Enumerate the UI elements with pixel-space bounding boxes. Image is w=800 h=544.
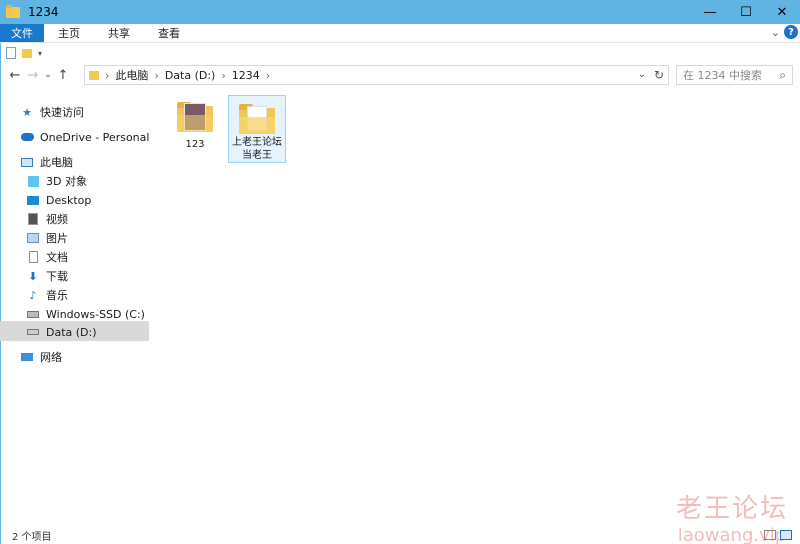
music-icon: ♪ — [29, 288, 37, 302]
video-icon — [26, 213, 40, 225]
window-title: 1234 — [28, 5, 59, 19]
folder-icon — [89, 70, 99, 80]
sidebar-item-desktop[interactable]: Desktop — [26, 191, 91, 209]
star-icon: ★ — [22, 105, 32, 119]
sidebar-item-label: Windows-SSD (C:) — [46, 307, 145, 321]
tab-share[interactable]: 共享 — [94, 24, 144, 42]
drive-c-icon — [26, 308, 40, 320]
forward-arrow-icon[interactable]: → — [24, 68, 42, 83]
title-bar[interactable]: 1234 — ☐ ✕ — [0, 0, 800, 24]
close-button[interactable]: ✕ — [764, 0, 800, 24]
sidebar-item-label: 此电脑 — [40, 156, 73, 169]
breadcrumb-data-drive[interactable]: Data (D:) — [165, 69, 216, 82]
file-list[interactable]: 123 上老王论坛当老王 — [152, 88, 797, 518]
folder-name: 上老王论坛当老王 — [232, 137, 282, 161]
folder-name: 123 — [185, 139, 205, 150]
tab-view[interactable]: 查看 — [144, 24, 194, 42]
sidebar-item-drive-d[interactable]: Data (D:) — [26, 323, 97, 341]
customize-toolbar-dropdown-icon[interactable]: ▾ — [38, 49, 42, 58]
document-icon — [26, 251, 40, 263]
tab-home[interactable]: 主页 — [44, 24, 94, 42]
cloud-icon — [20, 131, 34, 143]
sidebar-item-label: Desktop — [46, 193, 92, 207]
cube-icon — [26, 175, 40, 187]
ribbon-right: ⌄ ? — [771, 25, 798, 39]
desktop-icon — [26, 194, 40, 206]
details-view-icon[interactable] — [764, 530, 776, 540]
picture-icon — [26, 232, 40, 244]
folder-item-selected[interactable]: 上老王论坛当老王 — [228, 95, 286, 163]
breadcrumb-current-folder[interactable]: 1234 — [232, 69, 260, 82]
breadcrumb-separator-icon[interactable]: › — [105, 69, 109, 82]
navigation-pane: ★ 快速访问 OneDrive - Personal 此电脑 3D 对象 Des… — [0, 95, 150, 515]
search-icon[interactable]: ⌕ — [779, 68, 786, 83]
window-controls: — ☐ ✕ — [692, 0, 800, 24]
sidebar-item-label: 3D 对象 — [46, 175, 87, 188]
sidebar-item-label: OneDrive - Personal — [40, 130, 150, 144]
sidebar-item-label: 下载 — [46, 270, 68, 283]
sidebar-item-label: 快速访问 — [40, 106, 84, 119]
sidebar-item-label: Data (D:) — [46, 325, 97, 339]
address-history-chevron-icon[interactable]: ⌄ — [638, 69, 646, 80]
breadcrumb-this-pc[interactable]: 此电脑 — [115, 67, 148, 83]
sidebar-item-label: 图片 — [46, 232, 68, 245]
tab-file[interactable]: 文件 — [0, 24, 44, 42]
sidebar-item-label: 文档 — [46, 251, 68, 264]
address-bar[interactable]: › 此电脑 › Data (D:) › 1234 › ⌄ ↻ — [84, 65, 669, 85]
sidebar-item-label: 音乐 — [46, 289, 68, 302]
folder-icon — [6, 4, 20, 18]
drive-d-icon — [26, 326, 40, 338]
item-count: 2 个项目 — [12, 531, 52, 543]
search-placeholder: 在 1234 中搜索 — [683, 69, 762, 82]
sidebar-item-quick-access[interactable]: ★ 快速访问 — [20, 103, 84, 121]
sidebar-item-drive-c[interactable]: Windows-SSD (C:) — [26, 305, 145, 323]
breadcrumb-separator-icon[interactable]: › — [154, 69, 158, 82]
navigation-row: ← → ⌄ ↑ › 此电脑 › Data (D:) › 1234 › ⌄ ↻ 在… — [0, 63, 800, 87]
sidebar-item-videos[interactable]: 视频 — [26, 210, 68, 228]
sidebar-item-label: 视频 — [46, 213, 68, 226]
folder-item[interactable]: 123 — [166, 94, 224, 162]
up-arrow-icon[interactable]: ↑ — [54, 68, 72, 83]
sidebar-item-documents[interactable]: 文档 — [26, 248, 68, 266]
refresh-icon[interactable]: ↻ — [654, 68, 664, 82]
breadcrumb-separator-icon[interactable]: › — [221, 69, 225, 82]
sidebar-item-music[interactable]: ♪ 音乐 — [26, 286, 68, 304]
sidebar-item-network[interactable]: 网络 — [20, 348, 62, 366]
recent-locations-chevron-icon[interactable]: ⌄ — [42, 70, 54, 80]
computer-icon — [20, 156, 34, 168]
folder-thumbnail-icon — [239, 104, 275, 134]
watermark-title: 老王论坛 — [675, 494, 788, 524]
sidebar-item-downloads[interactable]: ⬇ 下载 — [26, 267, 68, 285]
sidebar-item-onedrive[interactable]: OneDrive - Personal — [20, 128, 149, 146]
download-icon: ⬇ — [28, 269, 38, 283]
new-folder-icon[interactable] — [22, 48, 32, 58]
large-icons-view-icon[interactable] — [780, 530, 792, 540]
maximize-button[interactable]: ☐ — [728, 0, 764, 24]
breadcrumb-separator-icon[interactable]: › — [266, 69, 270, 82]
status-bar: 2 个项目 — [0, 526, 800, 544]
network-icon — [20, 351, 34, 363]
ribbon-tabs: 文件 主页 共享 查看 ⌄ ? — [0, 24, 800, 43]
view-toggle — [764, 530, 792, 540]
sidebar-item-pictures[interactable]: 图片 — [26, 229, 68, 247]
back-arrow-icon[interactable]: ← — [6, 68, 24, 83]
sidebar-item-label: 网络 — [40, 351, 62, 364]
sidebar-item-3d-objects[interactable]: 3D 对象 — [26, 172, 87, 190]
minimize-button[interactable]: — — [692, 0, 728, 24]
sidebar-item-this-pc[interactable]: 此电脑 — [20, 153, 73, 171]
expand-ribbon-chevron-icon[interactable]: ⌄ — [771, 26, 780, 39]
help-icon[interactable]: ? — [784, 25, 798, 39]
quick-access-toolbar: ▾ — [0, 44, 800, 62]
folder-thumbnail-icon — [177, 102, 213, 132]
properties-icon[interactable] — [6, 47, 16, 59]
search-input[interactable]: 在 1234 中搜索 ⌕ — [676, 65, 793, 85]
